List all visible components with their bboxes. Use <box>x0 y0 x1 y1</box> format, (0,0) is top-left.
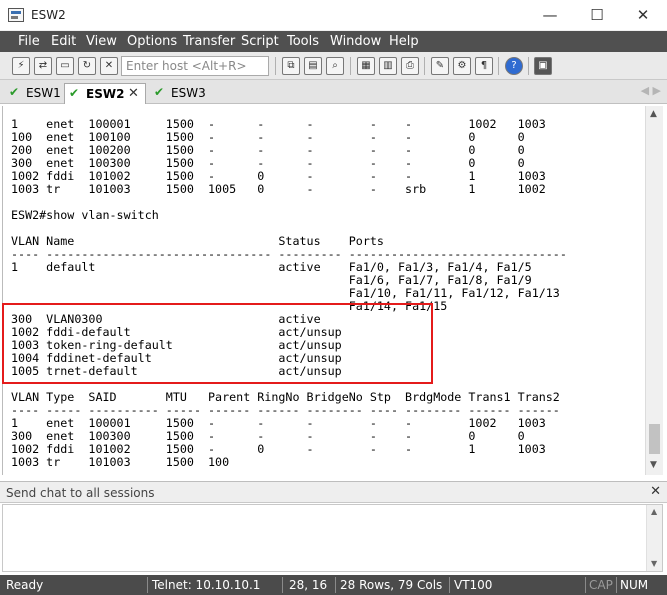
close-button[interactable]: ✕ <box>628 4 658 26</box>
menu-help[interactable]: Help <box>389 34 419 49</box>
help-icon[interactable]: ? <box>505 57 523 75</box>
tab-scroll-arrows[interactable]: ◀ ▶ <box>641 84 661 97</box>
status-divider <box>616 577 617 593</box>
chat-scrollbar[interactable]: ▲ ▼ <box>646 505 662 571</box>
app-icon <box>8 8 24 22</box>
menu-tools[interactable]: Tools <box>287 34 319 49</box>
toolbar-divider <box>275 57 276 75</box>
session-tabs: ✔ ESW1 ✔ ESW2 ✕ ✔ ESW3 <box>0 80 667 104</box>
toolbar-divider <box>424 57 425 75</box>
menu-script[interactable]: Script <box>241 34 279 49</box>
chat-input[interactable]: ▲ ▼ <box>2 504 663 572</box>
tab-label: ESW2 <box>86 87 125 101</box>
tab-esw3[interactable]: ✔ ESW3 <box>150 83 210 104</box>
toolbar-divider <box>528 57 529 75</box>
toolbar: ⚡ ⇄ ▭ ↻ ✕ Enter host <Alt+R> ⧉ ▤ ⌕ ▦ ▥ ⎙… <box>0 52 667 80</box>
status-connection: Telnet: 10.10.10.1 <box>152 578 261 592</box>
status-num: NUM <box>620 578 649 592</box>
terminal-screen[interactable]: 1 enet 100001 1500 - - - - - 1002 1003 10… <box>2 106 645 475</box>
maximize-button[interactable]: ☐ <box>582 4 612 26</box>
connected-check-icon: ✔ <box>154 85 165 99</box>
tab-esw1[interactable]: ✔ ESW1 <box>4 83 62 104</box>
toolbar-divider <box>498 57 499 75</box>
scroll-up-icon[interactable]: ▲ <box>651 507 657 516</box>
global-options-icon[interactable]: ⚙ <box>453 57 471 75</box>
tab-label: ESW3 <box>171 86 206 100</box>
tab-label: ESW1 <box>26 86 61 100</box>
window-title: ESW2 <box>31 8 66 22</box>
terminal-line: 1003 tr 101003 1500 100 <box>11 455 230 469</box>
scroll-thumb[interactable] <box>649 424 660 454</box>
highlight-annotation-box <box>2 303 433 384</box>
status-divider <box>282 577 283 593</box>
enter-host-input[interactable]: Enter host <Alt+R> <box>121 56 269 76</box>
status-cap: CAP <box>589 578 613 592</box>
scroll-down-icon[interactable]: ▼ <box>650 460 657 470</box>
print-selection-icon[interactable]: ▥ <box>379 57 397 75</box>
minimize-button[interactable]: — <box>535 4 565 26</box>
quick-connect-icon[interactable]: ⇄ <box>34 57 52 75</box>
print-screen-icon[interactable]: ▦ <box>357 57 375 75</box>
chat-header: Send chat to all sessions ✕ <box>0 481 667 503</box>
copy-icon[interactable]: ⧉ <box>282 57 300 75</box>
tab-esw2[interactable]: ✔ ESW2 ✕ <box>64 83 146 104</box>
keymap-icon[interactable]: ¶ <box>475 57 493 75</box>
menu-transfer[interactable]: Transfer <box>183 34 235 49</box>
find-icon[interactable]: ⌕ <box>326 57 344 75</box>
menu-file[interactable]: File <box>18 34 40 49</box>
status-divider <box>147 577 148 593</box>
status-divider <box>449 577 450 593</box>
menu-view[interactable]: View <box>86 34 117 49</box>
tab-close-icon[interactable]: ✕ <box>128 86 139 101</box>
scroll-up-icon[interactable]: ▲ <box>650 109 657 119</box>
terminal-output: 1 enet 100001 1500 - - - - - 1002 1003 10… <box>11 118 567 469</box>
session-manager-icon[interactable]: ▭ <box>56 57 74 75</box>
title-bar: ESW2 — ☐ ✕ <box>0 0 667 31</box>
scroll-down-icon[interactable]: ▼ <box>651 559 657 568</box>
toolbar-divider <box>350 57 351 75</box>
menu-window[interactable]: Window <box>330 34 381 49</box>
menu-edit[interactable]: Edit <box>51 34 76 49</box>
connected-check-icon: ✔ <box>9 85 20 99</box>
status-ready: Ready <box>6 578 44 592</box>
reconnect-icon[interactable]: ↻ <box>78 57 96 75</box>
chat-close-icon[interactable]: ✕ <box>650 484 661 499</box>
sftp-icon[interactable]: ▣ <box>534 57 552 75</box>
connect-icon[interactable]: ⚡ <box>12 57 30 75</box>
chat-label: Send chat to all sessions <box>6 486 155 500</box>
paste-icon[interactable]: ▤ <box>304 57 322 75</box>
status-cursor: 28, 16 <box>289 578 328 592</box>
terminal-scrollbar[interactable]: ▲ ▼ <box>645 106 663 475</box>
status-emulation: VT100 <box>454 578 493 592</box>
status-divider <box>335 577 336 593</box>
print-icon[interactable]: ⎙ <box>401 57 419 75</box>
status-divider <box>585 577 586 593</box>
menu-bar: File Edit View Options Transfer Script T… <box>0 31 667 52</box>
status-bar: Ready Telnet: 10.10.10.1 28, 16 28 Rows,… <box>0 575 667 595</box>
terminal-line: 1003 tr 101003 1500 1005 0 - - srb 1 100… <box>11 182 546 196</box>
disconnect-icon[interactable]: ✕ <box>100 57 118 75</box>
connected-check-icon: ✔ <box>69 86 80 100</box>
status-size: 28 Rows, 79 Cols <box>340 578 443 592</box>
menu-options[interactable]: Options <box>127 34 177 49</box>
session-options-icon[interactable]: ✎ <box>431 57 449 75</box>
terminal-line: ESW2#show vlan-switch <box>11 208 159 222</box>
